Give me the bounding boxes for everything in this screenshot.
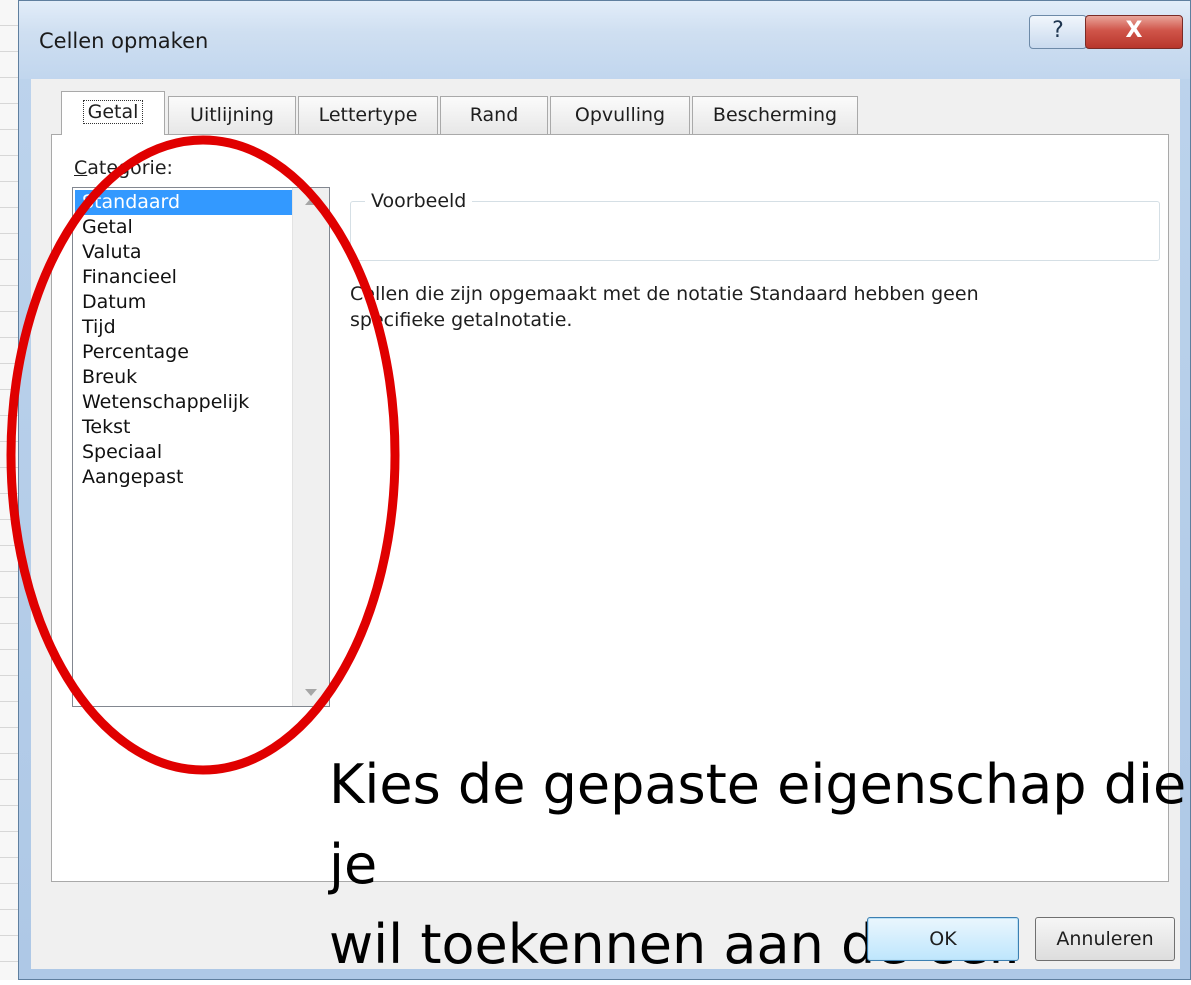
dialog-client-area: Getal Uitlijning Lettertype Rand Opvulli… xyxy=(31,79,1186,976)
category-item-valuta[interactable]: Valuta xyxy=(75,240,293,265)
preview-legend: Voorbeeld xyxy=(365,190,473,212)
preview-group: Voorbeeld xyxy=(350,190,1160,261)
tab-panel-getal: Categorie: Standaard Getal Valuta Financ… xyxy=(51,134,1186,976)
category-item-percentage[interactable]: Percentage xyxy=(75,340,293,365)
cancel-button[interactable]: Annuleren xyxy=(1035,917,1175,961)
ok-button[interactable]: OK xyxy=(867,917,1019,961)
tab-rand[interactable]: Rand xyxy=(440,96,548,134)
description-line-1: Cellen die zijn opgemaakt met de notatie… xyxy=(350,283,979,305)
category-label-text: ategorie: xyxy=(87,157,173,179)
scroll-down-arrow-icon[interactable] xyxy=(305,689,317,696)
category-item-datum[interactable]: Datum xyxy=(75,290,293,315)
category-label: Categorie: xyxy=(74,157,173,179)
tab-uitlijning[interactable]: Uitlijning xyxy=(168,96,296,134)
category-item-tijd[interactable]: Tijd xyxy=(75,315,293,340)
close-button[interactable]: X xyxy=(1085,15,1183,49)
tab-opvulling[interactable]: Opvulling xyxy=(550,96,690,134)
category-listbox[interactable]: Standaard Getal Valuta Financieel Datum … xyxy=(72,187,330,707)
dialog-title: Cellen opmaken xyxy=(39,29,209,53)
category-item-financieel[interactable]: Financieel xyxy=(75,265,293,290)
help-button[interactable]: ? xyxy=(1029,15,1087,49)
category-item-aangepast[interactable]: Aangepast xyxy=(75,465,293,490)
category-description: Cellen die zijn opgemaakt met de notatie… xyxy=(350,281,1130,333)
title-bar: Cellen opmaken ? X xyxy=(19,1,1190,79)
category-item-standaard[interactable]: Standaard xyxy=(75,190,293,215)
tab-bescherming[interactable]: Bescherming xyxy=(692,96,858,134)
category-list: Standaard Getal Valuta Financieel Datum … xyxy=(75,190,293,490)
category-scrollbar[interactable] xyxy=(292,188,329,706)
category-item-wetenschappelijk[interactable]: Wetenschappelijk xyxy=(75,390,293,415)
spreadsheet-background xyxy=(0,0,19,980)
category-item-breuk[interactable]: Breuk xyxy=(75,365,293,390)
tab-getal[interactable]: Getal xyxy=(61,91,165,135)
annotation-line-1: Kies de gepaste eigenschap die je xyxy=(329,753,1187,896)
tab-lettertype[interactable]: Lettertype xyxy=(298,96,438,134)
category-item-getal[interactable]: Getal xyxy=(75,215,293,240)
format-cells-dialog: Cellen opmaken ? X Getal Uitlijning Lett… xyxy=(18,0,1191,980)
scroll-up-arrow-icon[interactable] xyxy=(305,198,317,205)
category-label-accesskey: C xyxy=(74,157,88,179)
category-item-speciaal[interactable]: Speciaal xyxy=(75,440,293,465)
tab-label: Getal xyxy=(82,100,144,124)
category-item-tekst[interactable]: Tekst xyxy=(75,415,293,440)
description-line-2: specifieke getalnotatie. xyxy=(350,309,573,331)
